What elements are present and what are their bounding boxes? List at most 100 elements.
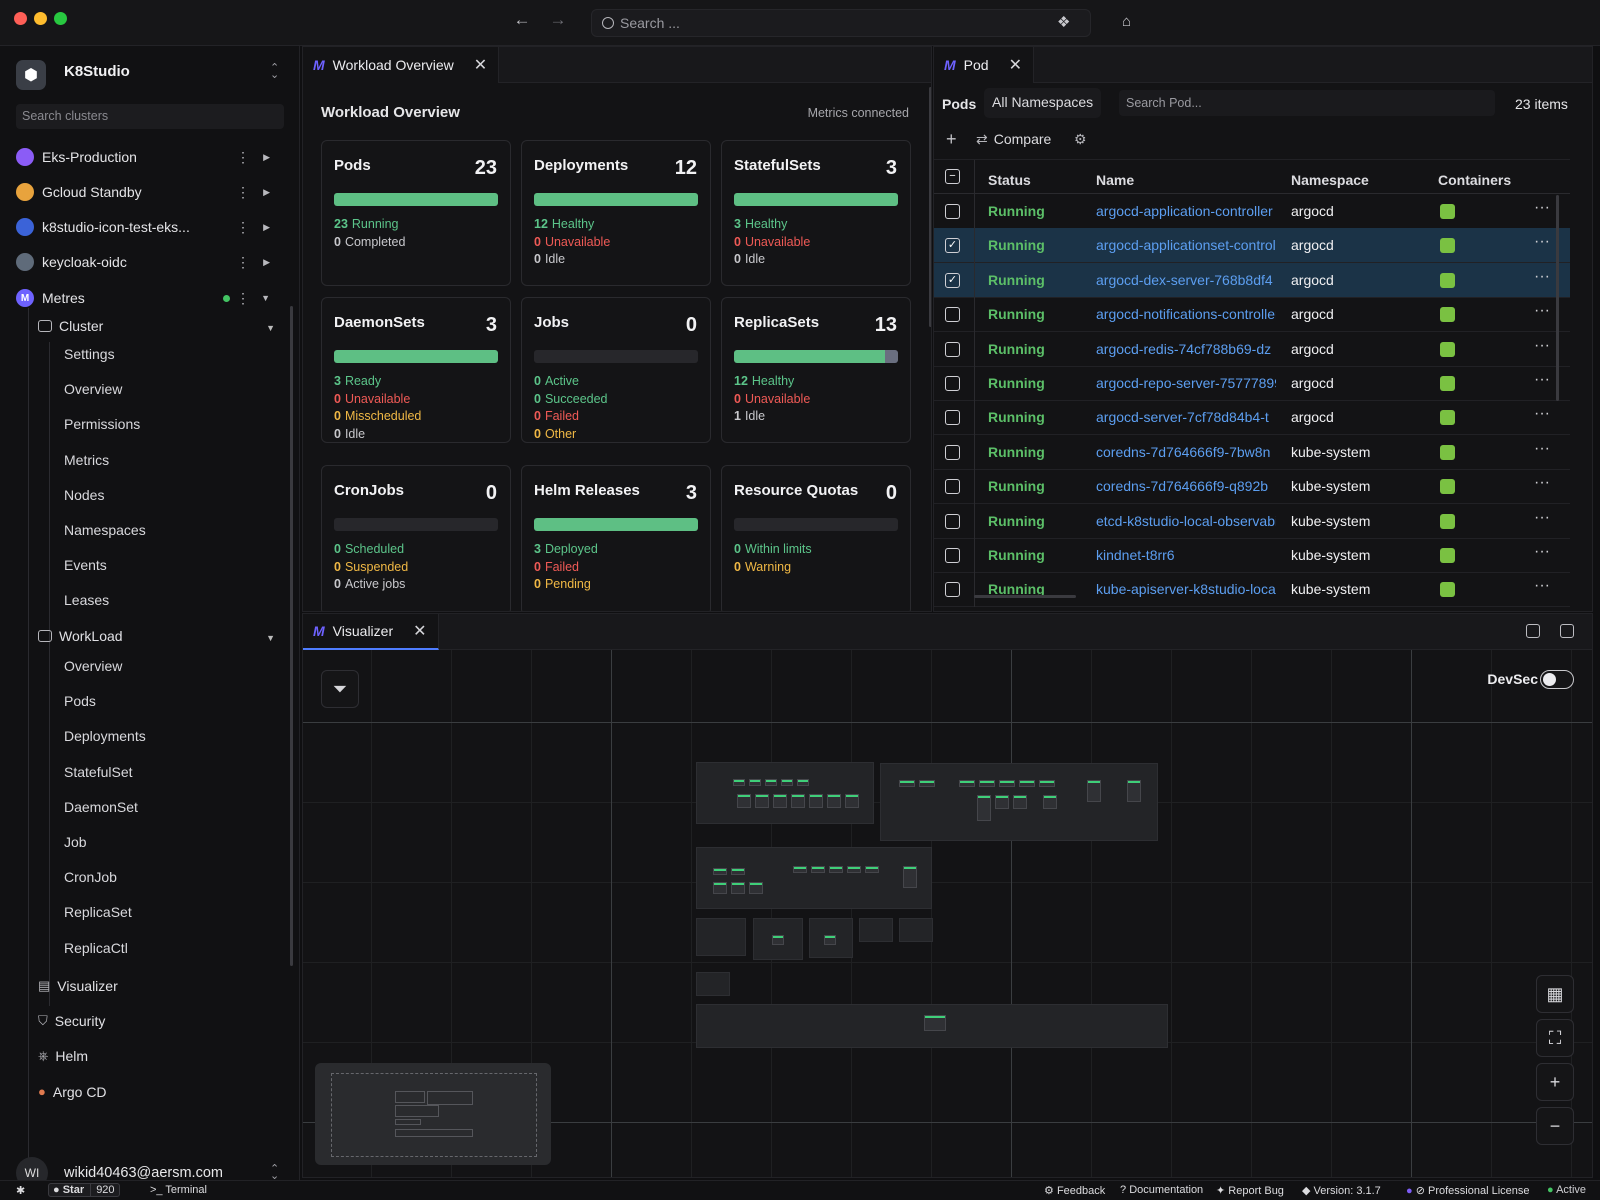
minimap[interactable] — [315, 1063, 551, 1165]
pod-name-link[interactable]: kube-apiserver-k8studio-local — [1096, 581, 1276, 597]
container-status-square[interactable] — [1440, 548, 1455, 563]
visualizer-canvas[interactable]: ⏷ DevSec ▦ ⛶ + − — [303, 650, 1592, 1177]
table-row[interactable]: Running kindnet-t8rr6 kube-system ··· — [934, 538, 1570, 573]
more-options-icon[interactable]: ··· — [1534, 337, 1550, 355]
chevron-down-icon[interactable]: ▼ — [261, 293, 270, 303]
pod-name-link[interactable]: coredns-7d764666f9-7bw8n — [1096, 444, 1276, 460]
documentation-button[interactable]: ? Documentation — [1120, 1184, 1203, 1196]
namespace-group[interactable] — [696, 1004, 1168, 1048]
card-replicasets[interactable]: ReplicaSets 13 12 Healthy 0 Unavailable 1 Idle — [721, 297, 911, 443]
container-status-square[interactable] — [1440, 272, 1455, 288]
kebab-menu-icon[interactable]: ⋮ — [236, 290, 250, 307]
settings-sliders-icon[interactable]: ⚙ — [1074, 131, 1087, 148]
table-row[interactable]: Running argocd-redis-74cf788b69-dz argocd ·… — [934, 331, 1570, 367]
chevron-right-icon[interactable]: ▶ — [263, 187, 270, 198]
card-pods[interactable]: Pods 23 23 Running 0 Completed — [321, 140, 511, 286]
namespace-group[interactable] — [753, 918, 803, 960]
pod-name-link[interactable]: argocd-server-7cf78d84b4-t — [1096, 409, 1276, 425]
card-helm-releases[interactable]: Helm Releases 3 3 Deployed 0 Failed 0 Pending — [521, 465, 711, 611]
more-options-icon[interactable]: ··· — [1534, 371, 1550, 389]
column-containers[interactable]: Containers — [1438, 172, 1511, 188]
table-hscrollbar[interactable] — [974, 595, 1076, 598]
kebab-menu-icon[interactable]: ⋮ — [236, 149, 250, 166]
row-checkbox[interactable]: ✓ — [945, 272, 960, 288]
chevron-right-icon[interactable]: ▶ — [263, 257, 270, 268]
close-icon[interactable]: ✕ — [474, 55, 487, 75]
cluster-item[interactable]: keycloak-oidc ⋮ ▶ — [16, 248, 286, 276]
cluster-item[interactable]: Gcloud Standby ⋮ ▶ — [16, 178, 286, 206]
overview-scrollbar[interactable] — [929, 87, 931, 327]
namespace-group[interactable] — [859, 918, 893, 942]
cluster-item[interactable]: k8studio-icon-test-eks... ⋮ ▶ — [16, 213, 286, 241]
row-checkbox[interactable] — [945, 444, 960, 460]
sidebar-item-argo-cd[interactable]: ● Argo CD — [38, 1084, 107, 1100]
add-icon[interactable]: + — [946, 129, 957, 150]
column-name[interactable]: Name — [1096, 172, 1134, 188]
chevron-down-icon[interactable]: ▼ — [266, 633, 275, 643]
layout-icon[interactable]: ▦ — [1536, 975, 1574, 1013]
more-options-icon[interactable]: ··· — [1534, 509, 1550, 527]
close-icon[interactable]: ✕ — [413, 621, 426, 641]
table-row[interactable]: Running kube-apiserver-k8studio-local kube… — [934, 572, 1570, 608]
container-status-square[interactable] — [1440, 582, 1455, 598]
table-row[interactable]: Running argocd-application-controller argo… — [934, 194, 1570, 229]
cluster-item[interactable]: Eks-Production ⋮ ▶ — [16, 143, 286, 171]
card-deployments[interactable]: Deployments 12 12 Healthy 0 Unavailable 0 Idle — [521, 140, 711, 286]
sidebar-item-statefulset[interactable]: StatefulSet — [64, 764, 133, 780]
row-checkbox[interactable] — [945, 341, 960, 357]
sidebar-item-helm[interactable]: ⎈ Helm — [38, 1048, 88, 1064]
namespace-group[interactable] — [809, 918, 853, 958]
sidebar-item-events[interactable]: Events — [64, 557, 107, 573]
table-row[interactable]: ✓ Running argocd-dex-server-768b8df4 argocd… — [934, 262, 1570, 298]
workload-section-header[interactable]: WorkLoad — [38, 628, 123, 644]
table-row[interactable]: Running coredns-7d764666f9-7bw8n kube-syst… — [934, 434, 1570, 470]
pod-name-link[interactable]: argocd-notifications-controller — [1096, 306, 1276, 322]
back-arrow-icon[interactable]: ← — [510, 10, 534, 30]
namespace-group[interactable] — [696, 847, 932, 909]
namespace-group[interactable] — [696, 972, 730, 996]
feedback-button[interactable]: ⚙ Feedback — [1044, 1184, 1105, 1197]
maximize-window-button[interactable] — [54, 12, 67, 25]
sidebar-item-replicaset[interactable]: ReplicaSet — [64, 904, 132, 920]
chevron-right-icon[interactable]: ▶ — [263, 152, 270, 163]
card-cronjobs[interactable]: CronJobs 0 0 Scheduled 0 Suspended 0 Active job… — [321, 465, 511, 611]
card-statefulsets[interactable]: StatefulSets 3 3 Healthy 0 Unavailable 0 Idle — [721, 140, 911, 286]
container-status-square[interactable] — [1440, 238, 1455, 254]
cluster-graph-icon[interactable]: ❖ — [1057, 13, 1070, 31]
pod-name-link[interactable]: argocd-dex-server-768b8df4 — [1096, 272, 1276, 288]
fit-view-icon[interactable]: ⛶ — [1536, 1019, 1574, 1057]
row-checkbox[interactable] — [945, 204, 960, 219]
more-options-icon[interactable]: ··· — [1534, 405, 1550, 423]
devsec-toggle[interactable] — [1540, 670, 1574, 689]
pod-search-input[interactable]: Search Pod... — [1119, 90, 1495, 116]
pod-name-link[interactable]: etcd-k8studio-local-observability — [1096, 513, 1276, 529]
card-daemonsets[interactable]: DaemonSets 3 3 Ready 0 Unavailable 0 Misschedul… — [321, 297, 511, 443]
compare-button[interactable]: ⇄ Compare — [976, 131, 1051, 148]
chevron-down-icon[interactable]: ▼ — [266, 323, 275, 333]
tab-pod[interactable]: M Pod ✕ — [934, 47, 1034, 83]
kebab-menu-icon[interactable]: ⋮ — [236, 219, 250, 236]
more-options-icon[interactable]: ··· — [1534, 577, 1550, 595]
pod-name-link[interactable]: argocd-repo-server-75777899 — [1096, 375, 1276, 391]
zoom-out-icon[interactable]: − — [1536, 1107, 1574, 1145]
table-row[interactable]: Running argocd-repo-server-75777899 argocd… — [934, 366, 1570, 401]
sidebar-item-deployments[interactable]: Deployments — [64, 728, 146, 744]
cluster-item[interactable]: M Metres ⋮ ▼ — [16, 284, 286, 312]
sidebar-item-daemonset[interactable]: DaemonSet — [64, 799, 138, 815]
sidebar-item-overview[interactable]: Overview — [64, 658, 122, 674]
github-star-button[interactable]: ● Star 920 — [48, 1183, 120, 1197]
container-status-square[interactable] — [1440, 410, 1455, 426]
more-options-icon[interactable]: ··· — [1534, 440, 1550, 458]
sidebar-item-replicactl[interactable]: ReplicaCtl — [64, 940, 128, 956]
container-status-square[interactable] — [1440, 307, 1455, 323]
column-status[interactable]: Status — [988, 172, 1031, 188]
slack-icon[interactable]: ✱ — [16, 1184, 25, 1197]
more-options-icon[interactable]: ··· — [1534, 474, 1550, 492]
sidebar-item-security[interactable]: ⛉ Security — [38, 1013, 105, 1029]
forward-arrow-icon[interactable]: → — [546, 10, 570, 30]
row-checkbox[interactable] — [945, 376, 960, 391]
table-row[interactable]: Running argocd-notifications-controller ar… — [934, 297, 1570, 333]
sidebar-item-overview[interactable]: Overview — [64, 381, 122, 397]
card-resource-quotas[interactable]: Resource Quotas 0 0 Within limits 0 Warning — [721, 465, 911, 611]
sidebar-item-pods[interactable]: Pods — [64, 693, 96, 709]
